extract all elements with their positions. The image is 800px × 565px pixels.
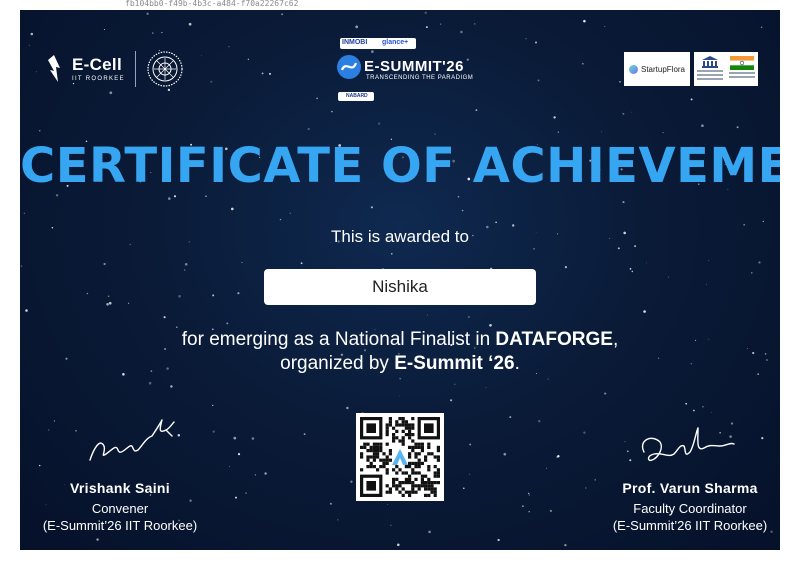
recipient-name: Nishika	[372, 277, 428, 296]
signatory-org: (E-Summit’26 IIT Roorkee)	[42, 518, 198, 533]
unesco-india-logo	[694, 52, 758, 86]
glance-logo: glance+	[382, 39, 409, 46]
signature-right	[641, 427, 735, 462]
signatory-name: Vrishank Saini	[70, 480, 170, 496]
signatory-role: Faculty Coordinator	[633, 501, 747, 516]
esummit-title: E-SUMMIT'26	[364, 58, 464, 75]
reason-prefix: for emerging as a National Finalist in	[181, 329, 496, 350]
iit-roorkee-seal-icon	[147, 51, 183, 87]
reason-suffix: .	[514, 353, 520, 374]
esummit-logo: INMOBI glance+ E-SUMMIT'26 TRANSCENDING …	[334, 34, 474, 106]
url-fragment: fb104bb0-f49b-4b3c-a484-f70a22267c62	[125, 0, 299, 8]
certificate-title: CERTIFICATE OF ACHIEVEMENT	[20, 138, 780, 194]
reason-line2-prefix: organized by	[280, 353, 395, 374]
qr-code-icon	[360, 417, 440, 497]
achievement-description: for emerging as a National Finalist in D…	[20, 328, 780, 376]
signatory-left: Vrishank Saini Convener (E-Summit’26 IIT…	[20, 480, 230, 533]
recipient-name-box: Nishika	[264, 269, 536, 305]
india-flag-icon	[730, 56, 754, 70]
signature-left	[89, 419, 175, 461]
nabard-logo: NABARD	[346, 93, 368, 99]
startupflora-logo: StartupFlora	[624, 52, 690, 86]
startupflora-icon	[628, 64, 638, 74]
reason-middle: ,	[612, 329, 619, 350]
certificate-page: fb104bb0-f49b-4b3c-a484-f70a22267c62 E-C…	[0, 0, 800, 565]
startupflora-text: StartupFlora	[640, 64, 686, 74]
event-name: DATAFORGE	[495, 329, 613, 350]
signatory-role: Convener	[91, 501, 149, 516]
ecell-sub: IIT ROORKEE	[72, 76, 125, 82]
qr-code[interactable]	[356, 413, 444, 501]
signatory-name: Prof. Varun Sharma	[622, 480, 758, 496]
partner-logos: StartupFlora	[624, 52, 758, 86]
signatory-org: (E-Summit’26 IIT Roorkee)	[612, 518, 768, 533]
esummit-tagline: TRANSCENDING THE PARADIGM	[366, 75, 474, 81]
ecell-name: E-Cell	[72, 55, 122, 74]
rocket-flame-icon	[48, 55, 60, 82]
ecell-logo: E-Cell IIT ROORKEE	[42, 50, 184, 88]
organizer-name: E-Summit ‘26	[394, 353, 515, 374]
esummit-globe-icon	[337, 55, 361, 79]
certificate-card: E-Cell IIT ROORKEE INMOBI glance+ E-SUMM…	[20, 10, 780, 550]
unesco-temple-icon	[702, 56, 718, 68]
awarded-to-text: This is awarded to	[331, 227, 469, 246]
inmobi-logo: INMOBI	[342, 39, 368, 46]
signatory-right: Prof. Varun Sharma Faculty Coordinator (…	[580, 480, 780, 533]
logo-divider	[134, 51, 136, 87]
